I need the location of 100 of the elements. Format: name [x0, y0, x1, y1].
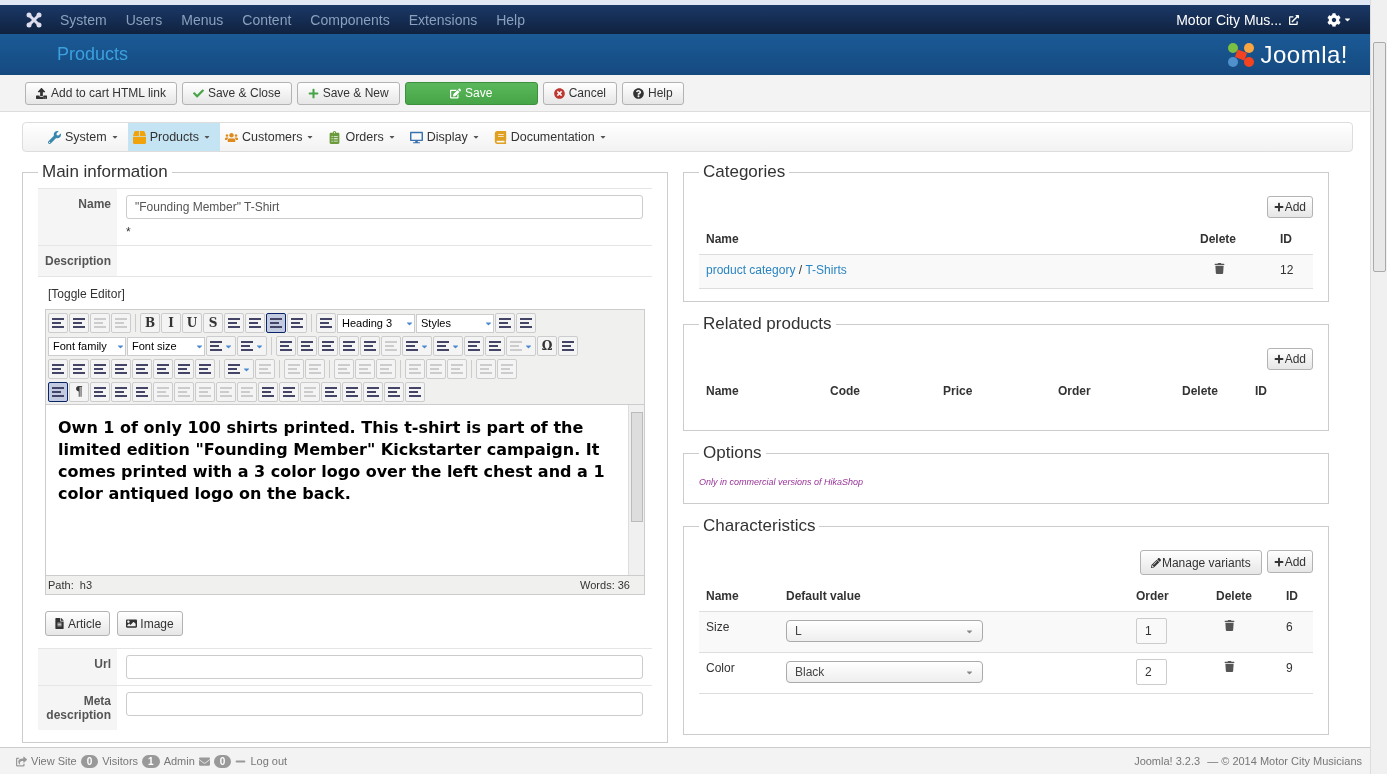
article-button[interactable]: Article: [45, 611, 111, 636]
editor-content[interactable]: Own 1 of only 100 shirts printed. This t-shirt is part of the limited edition "Founding Member" Kickstarter campaign. It comes printed with a 3 color logo over the left chest and a 1 color antiqued logo on the back.: [46, 405, 628, 575]
admin-label: Admin: [163, 755, 195, 767]
toolbar-glyph-icon: [93, 363, 107, 375]
submenu-item[interactable]: System: [43, 123, 128, 151]
caret-icon: [110, 133, 119, 141]
select-value: Black: [795, 665, 825, 679]
table-cell: Size: [699, 612, 779, 653]
format-select[interactable]: Styles: [416, 313, 494, 333]
toolbar-glyph-icon: [261, 386, 275, 398]
save-new-button[interactable]: Save & New: [296, 81, 400, 105]
category-link[interactable]: product category: [706, 263, 796, 277]
format-button[interactable]: S: [203, 313, 223, 333]
submenu-item[interactable]: Products: [127, 123, 221, 151]
submenu-item[interactable]: Display: [404, 123, 489, 151]
image-button[interactable]: Image: [117, 611, 183, 636]
external-link-icon: [1289, 14, 1299, 25]
submenu-item[interactable]: Customers: [220, 123, 324, 151]
toolbar-glyph-icon: [379, 363, 393, 375]
add-button[interactable]: Add: [1266, 196, 1313, 218]
select-value: Font family: [53, 340, 107, 352]
toolbar-glyph-icon: [509, 340, 523, 352]
toolbar-glyph-icon: [240, 386, 254, 398]
add-to-cart-link-button[interactable]: Add to cart HTML link: [25, 81, 177, 105]
toolbar-glyph-icon: [450, 363, 464, 375]
nav-menu-item[interactable]: Content: [242, 11, 292, 28]
caret-icon: [203, 133, 212, 141]
toolbar-glyph-icon: [384, 340, 398, 352]
meta-description-field[interactable]: [126, 692, 643, 716]
column-header: Delete: [1181, 383, 1220, 400]
log-out-link[interactable]: Log out: [250, 755, 288, 767]
url-field[interactable]: [126, 655, 643, 679]
view-site-icon: [16, 755, 27, 767]
toolbar-glyph-icon: [308, 363, 322, 375]
manage-variants-button[interactable]: Manage variants: [1139, 550, 1262, 575]
settings-icon[interactable]: [1327, 12, 1341, 27]
save-close-button[interactable]: Save & Close: [181, 81, 292, 105]
format-button[interactable]: U: [182, 313, 202, 333]
format-select[interactable]: Font size: [127, 336, 205, 356]
toolbar-glyph-icon: [114, 363, 128, 375]
nav-menu-item[interactable]: System: [60, 11, 107, 28]
toolbar-glyph-icon: [279, 340, 293, 352]
clipboard-icon: [328, 130, 342, 144]
format-button[interactable]: B: [140, 313, 160, 333]
field-label: Url: [38, 649, 117, 685]
toolbar-glyph-icon: [156, 386, 170, 398]
toolbar-glyph-icon: [300, 340, 314, 352]
scrollbar[interactable]: [628, 405, 644, 575]
trash-icon[interactable]: [1224, 620, 1235, 631]
submenu-item[interactable]: Documentation: [488, 123, 616, 151]
field-label: Description: [38, 246, 117, 276]
editor-tool-button[interactable]: [266, 313, 286, 333]
nav-menu-item[interactable]: Extensions: [408, 11, 478, 28]
site-link[interactable]: Motor City Mus...: [1176, 11, 1282, 28]
toolbar-glyph-icon: [72, 317, 86, 329]
category-link[interactable]: T-Shirts: [805, 263, 847, 277]
version-text: Joomla! 3.2.3: [1134, 755, 1201, 767]
nav-menu-item[interactable]: Components: [310, 11, 390, 28]
format-button[interactable]: Ω: [537, 336, 557, 356]
toolbar-glyph-icon: [258, 363, 272, 375]
plus-icon: [1273, 202, 1284, 212]
toolbar-glyph-icon: [479, 363, 493, 375]
toolbar-glyph-icon: [321, 340, 335, 352]
toolbar-glyph-icon: [561, 340, 575, 352]
nav-menu-item[interactable]: Help: [496, 11, 525, 28]
editor-tool-button[interactable]: [48, 382, 68, 402]
format-button[interactable]: I: [161, 313, 181, 333]
nav-menu-item[interactable]: Users: [125, 11, 163, 28]
add-button[interactable]: Add: [1266, 348, 1313, 370]
default-value-select[interactable]: Black: [786, 661, 983, 683]
order-field[interactable]: 2: [1136, 659, 1167, 685]
logo-icon[interactable]: [26, 11, 42, 28]
format-button[interactable]: ¶: [69, 382, 89, 402]
toolbar-glyph-icon: [135, 386, 149, 398]
scrollbar[interactable]: [1370, 0, 1387, 774]
view-site-link[interactable]: View Site: [31, 755, 77, 767]
format-select[interactable]: Font family: [48, 336, 126, 356]
trash-icon[interactable]: [1214, 263, 1225, 274]
submenu-label: Display: [426, 130, 468, 144]
table-cell: 12: [1273, 255, 1313, 289]
name-field[interactable]: "Founding Member" T-Shirt: [126, 195, 643, 219]
add-button[interactable]: Add: [1266, 550, 1313, 573]
toolbar-glyph-icon: [363, 340, 377, 352]
toolbar-glyph-icon: [408, 363, 422, 375]
select-value: Styles: [421, 317, 451, 329]
help-button[interactable]: Help: [622, 81, 684, 105]
toolbar-glyph-icon: [290, 317, 304, 329]
box-icon: [132, 130, 146, 144]
submenu-item[interactable]: Orders: [323, 123, 405, 151]
toolbar-glyph-icon: [114, 317, 128, 329]
count-badge: 1: [142, 754, 160, 768]
toggle-editor-link[interactable]: [Toggle Editor]: [38, 277, 652, 309]
cancel-button[interactable]: Cancel: [542, 81, 618, 105]
nav-menu-item[interactable]: Menus: [181, 11, 224, 28]
default-value-select[interactable]: L: [786, 620, 983, 642]
section-title: Options: [702, 443, 763, 463]
toolbar-glyph-icon: [227, 317, 241, 329]
format-select[interactable]: Heading 3: [337, 313, 415, 333]
trash-icon[interactable]: [1224, 661, 1235, 672]
order-field[interactable]: 1: [1136, 618, 1167, 644]
